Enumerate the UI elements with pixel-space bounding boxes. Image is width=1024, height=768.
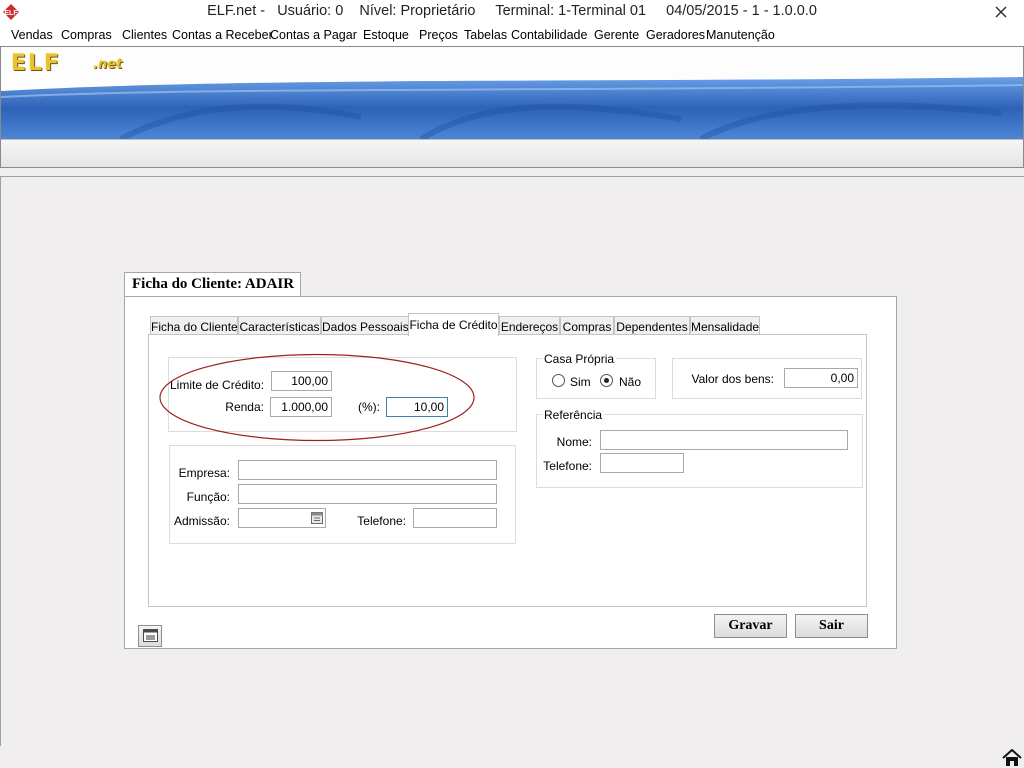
- tab-mensalidade[interactable]: Mensalidade: [690, 316, 760, 336]
- toolbar-strip: [1, 139, 1023, 167]
- valor-bens-label: Valor dos bens:: [691, 372, 775, 386]
- menu-vendas[interactable]: Vendas: [11, 28, 53, 42]
- close-button[interactable]: [978, 0, 1024, 24]
- menu-tabelas[interactable]: Tabelas: [464, 28, 507, 42]
- menu-contas-a-receber[interactable]: Contas a Receber: [172, 28, 273, 42]
- menu-compras[interactable]: Compras: [61, 28, 112, 42]
- ref-nome-input[interactable]: [600, 430, 848, 450]
- ref-telefone-input[interactable]: [600, 453, 684, 473]
- funcao-input[interactable]: [238, 484, 497, 504]
- tab-dependentes[interactable]: Dependentes: [614, 316, 690, 336]
- radio-sim-label: Sim: [570, 375, 591, 389]
- referencia-group: [536, 414, 863, 488]
- funcao-label: Função:: [186, 490, 230, 504]
- menu-contabilidade[interactable]: Contabilidade: [511, 28, 587, 42]
- ref-telefone-label: Telefone:: [543, 459, 592, 473]
- radio-selected-dot: [604, 378, 609, 383]
- banner-graphic: [1, 47, 1023, 139]
- elf-logo-suffix: .net: [93, 57, 123, 72]
- referencia-legend: Referência: [542, 408, 605, 422]
- banner: ELF .net: [0, 46, 1024, 168]
- window-icon: [143, 629, 158, 642]
- tab-compras[interactable]: Compras: [560, 316, 614, 336]
- menu-geradores[interactable]: Geradores: [646, 28, 705, 42]
- window-title: ELF.net - Usuário: 0 Nível: Proprietário…: [207, 3, 817, 19]
- ref-nome-label: Nome:: [556, 435, 592, 449]
- telefone-work-label: Telefone:: [357, 514, 406, 528]
- menu-clientes[interactable]: Clientes: [122, 28, 167, 42]
- dialog-title-tab: Ficha do Cliente: ADAIR: [124, 272, 301, 297]
- close-icon: [995, 6, 1007, 18]
- tab-ficha-de-credito[interactable]: Ficha de Crédito: [408, 313, 499, 336]
- menu-gerente[interactable]: Gerente: [594, 28, 639, 42]
- home-icon[interactable]: [1002, 749, 1022, 767]
- casa-propria-legend: Casa Própria: [542, 352, 617, 366]
- admissao-label: Admissão:: [173, 514, 230, 528]
- radio-nao-label: Não: [619, 375, 642, 389]
- menu-estoque[interactable]: Estoque: [363, 28, 409, 42]
- tab-ficha-do-cliente[interactable]: Ficha do Cliente: [150, 316, 238, 336]
- valor-bens-input[interactable]: [784, 368, 858, 388]
- menu-precos[interactable]: Preços: [419, 28, 458, 42]
- gravar-button[interactable]: Gravar: [714, 614, 787, 638]
- status-bar: [0, 746, 1024, 768]
- dialog-title: Ficha do Cliente: ADAIR: [132, 276, 295, 292]
- tab-enderecos[interactable]: Endereços: [499, 316, 560, 336]
- highlight-ellipse: [159, 353, 475, 442]
- calendar-icon[interactable]: [311, 511, 323, 524]
- small-window-button[interactable]: [138, 625, 162, 647]
- menu-contas-a-pagar[interactable]: Contas a Pagar: [270, 28, 357, 42]
- tab-caracteristicas[interactable]: Características: [238, 316, 321, 336]
- sair-button[interactable]: Sair: [795, 614, 868, 638]
- menu-manutencao[interactable]: Manutenção: [706, 28, 775, 42]
- elf-logo: ELF: [11, 51, 62, 76]
- menu-bar: Vendas Compras Clientes Contas a Receber…: [0, 24, 1024, 46]
- radio-sim[interactable]: [552, 374, 565, 387]
- tab-dados-pessoais[interactable]: Dados Pessoais: [321, 316, 409, 336]
- radio-nao[interactable]: [600, 374, 613, 387]
- empresa-label: Empresa:: [178, 466, 230, 480]
- telefone-work-input[interactable]: [413, 508, 497, 528]
- empresa-input[interactable]: [238, 460, 497, 480]
- title-bar: ELF ELF.net - Usuário: 0 Nível: Propriet…: [0, 0, 1024, 24]
